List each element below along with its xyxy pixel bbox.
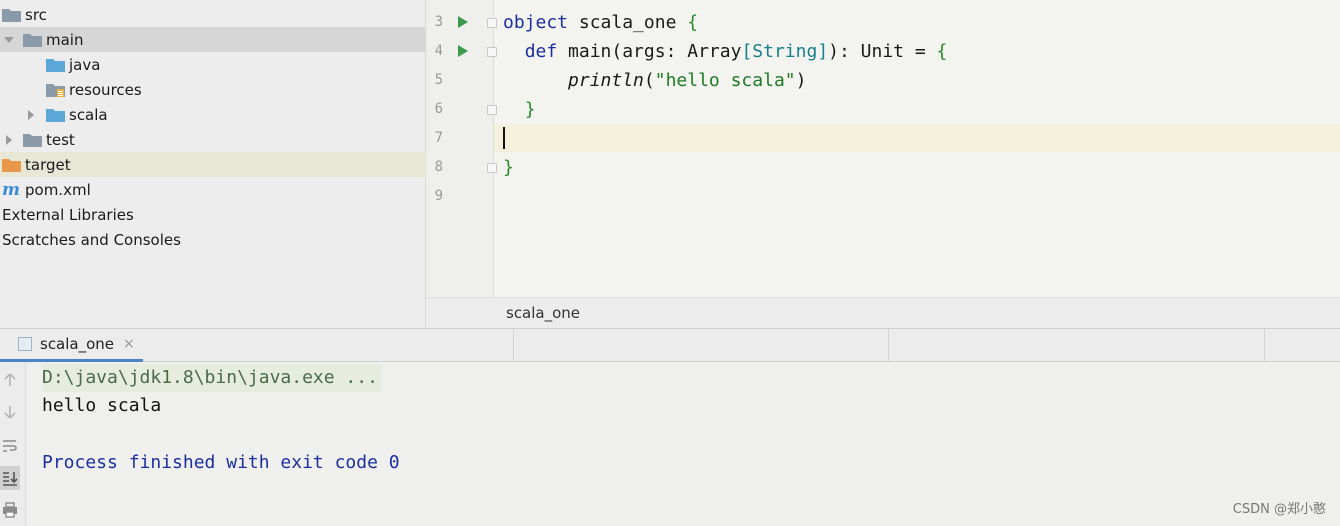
console-output-line: hello scala [42, 395, 162, 416]
line-number: 7 [434, 130, 443, 146]
source-folder-icon [46, 107, 65, 122]
code-line-3: object scala_one { [503, 12, 699, 33]
scroll-to-end-icon[interactable] [0, 466, 20, 490]
text-caret [503, 127, 505, 149]
line-number: 9 [434, 188, 443, 204]
tree-item-pom[interactable]: m pom.xml [0, 177, 426, 202]
run-toolbar [0, 362, 26, 526]
tree-item-resources[interactable]: resources [0, 77, 426, 102]
fold-marker-icon[interactable] [487, 105, 497, 115]
chevron-right-icon[interactable] [2, 133, 16, 147]
tab-label: scala_one [40, 335, 115, 353]
tree-item-label: test [46, 130, 75, 149]
console-output[interactable]: D:\java\jdk1.8\bin\java.exe ... hello sc… [27, 362, 1340, 526]
tree-item-label: scala [69, 105, 108, 124]
tree-item-src[interactable]: src [0, 2, 426, 27]
editor-gutter: 3 4 5 6 7 8 9 [427, 0, 497, 297]
current-line-highlight [427, 124, 1340, 152]
tree-item-test[interactable]: test [0, 127, 426, 152]
chevron-down-icon[interactable] [2, 33, 16, 47]
console-command-line: D:\java\jdk1.8\bin\java.exe ... [42, 364, 382, 392]
divider [888, 329, 889, 362]
tree-item-label: java [69, 55, 101, 74]
run-panel-header: scala_one × [0, 328, 1340, 362]
tree-item-scratches[interactable]: Scratches and Consoles [0, 227, 426, 252]
code-line-5: println("hello scala") [568, 70, 807, 91]
run-gutter-icon[interactable] [458, 16, 468, 28]
chevron-right-icon[interactable] [24, 108, 38, 122]
watermark: CSDN @郑小憨 [1232, 502, 1326, 517]
line-number: 5 [434, 72, 443, 88]
tree-item-label: target [25, 155, 71, 174]
tree-item-label: External Libraries [2, 205, 134, 224]
resources-folder-icon [46, 82, 65, 97]
tree-item-java[interactable]: java [0, 52, 426, 77]
fold-marker-icon[interactable] [487, 47, 497, 57]
tree-item-external-libraries[interactable]: External Libraries [0, 202, 426, 227]
run-config-icon [18, 337, 32, 351]
folder-icon [23, 32, 42, 47]
code-line-8: } [503, 157, 514, 178]
line-number: 6 [434, 101, 443, 117]
tree-item-scala[interactable]: scala [0, 102, 426, 127]
soft-wrap-icon[interactable] [0, 434, 20, 458]
run-gutter-icon[interactable] [458, 45, 468, 57]
folder-icon [23, 132, 42, 147]
divider [1264, 329, 1265, 362]
maven-icon: m [2, 179, 20, 200]
fold-marker-icon[interactable] [487, 18, 497, 28]
tree-item-label: pom.xml [25, 180, 91, 199]
code-line-6: } [524, 99, 536, 120]
tab-run-scala-one[interactable]: scala_one × [0, 329, 143, 362]
line-number: 4 [434, 43, 443, 59]
breadcrumb-item[interactable]: scala_one [506, 304, 580, 322]
editor-breadcrumb[interactable]: scala_one [427, 297, 1340, 328]
tree-item-main[interactable]: main [0, 27, 426, 52]
console-exit-line: Process finished with exit code 0 [42, 452, 400, 473]
line-number: 3 [434, 14, 443, 30]
source-folder-icon [46, 57, 65, 72]
print-icon[interactable] [0, 498, 20, 522]
tree-item-label: src [25, 5, 47, 24]
fold-marker-icon[interactable] [487, 163, 497, 173]
line-number: 8 [434, 159, 443, 175]
excluded-folder-icon [2, 157, 21, 172]
tree-item-target[interactable]: target [0, 152, 426, 177]
tree-item-label: resources [69, 80, 142, 99]
code-editor[interactable]: 3 4 5 6 7 8 9 object scala_one { def mai… [427, 0, 1340, 297]
arrow-up-icon[interactable] [0, 368, 20, 392]
code-line-4: def main(args: Array[String]): Unit = { [524, 41, 948, 62]
project-tree: src main java resources scala test targe… [0, 0, 426, 328]
folder-icon [2, 7, 21, 22]
tree-item-label: Scratches and Consoles [2, 230, 181, 249]
arrow-down-icon[interactable] [0, 400, 20, 424]
close-icon[interactable]: × [123, 336, 135, 352]
tree-item-label: main [46, 30, 84, 49]
divider [513, 329, 514, 362]
